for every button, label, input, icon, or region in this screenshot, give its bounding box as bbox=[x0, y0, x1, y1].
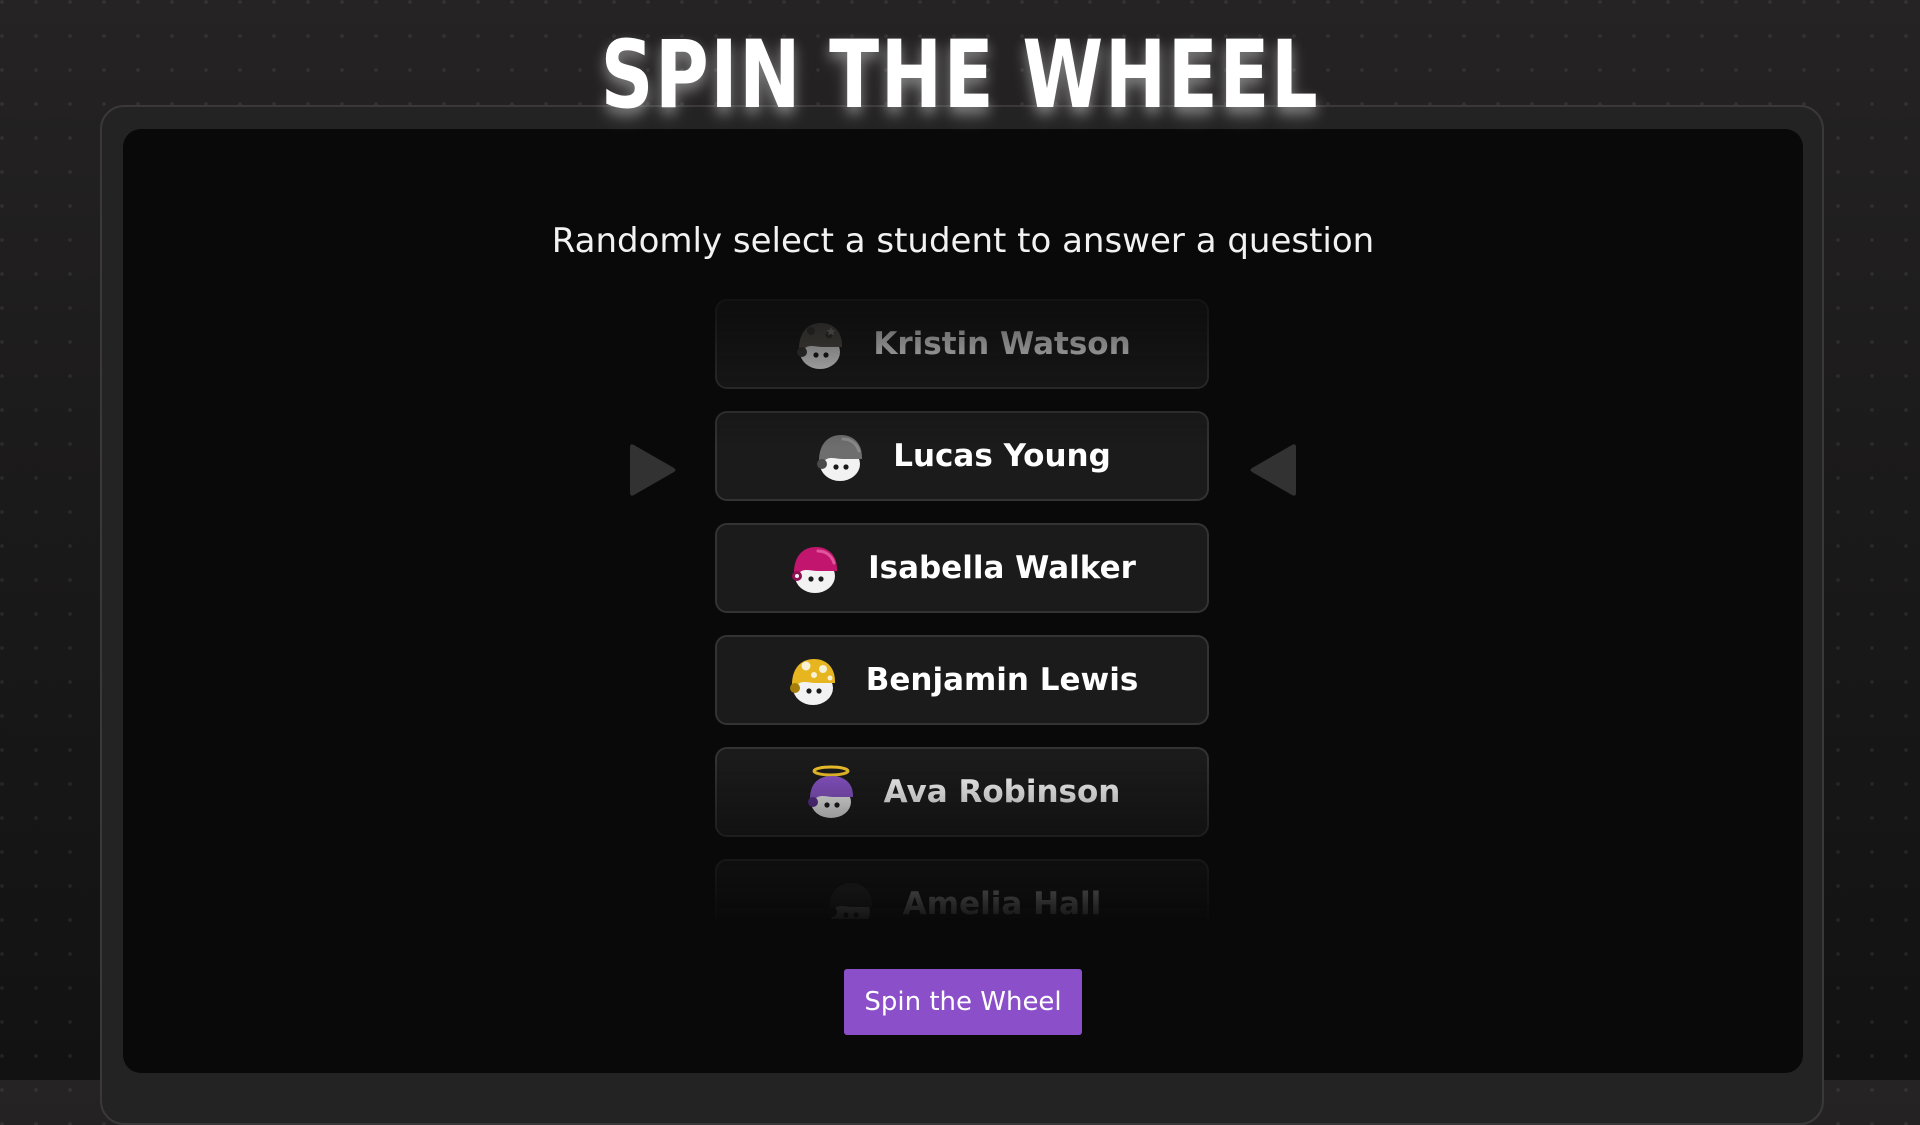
student-name: Kristin Watson bbox=[873, 326, 1131, 362]
gray-camo-helmet-avatar-icon bbox=[793, 317, 847, 371]
magenta-helmet-avatar-icon bbox=[788, 541, 842, 595]
gray-helmet-avatar-icon bbox=[813, 429, 867, 483]
page-title: SPIN THE WHEEL bbox=[600, 21, 1320, 130]
pointer-right-icon bbox=[626, 441, 678, 499]
student-card[interactable]: Benjamin Lewis bbox=[715, 635, 1209, 725]
dark-helmet-avatar-icon bbox=[823, 877, 877, 919]
student-card[interactable]: Lucas Young bbox=[715, 411, 1209, 501]
student-name: Benjamin Lewis bbox=[865, 662, 1139, 698]
student-card[interactable]: Amelia Hall bbox=[715, 859, 1209, 919]
student-name: Isabella Walker bbox=[868, 550, 1136, 586]
student-card[interactable]: Isabella Walker bbox=[715, 523, 1209, 613]
pointer-left-icon bbox=[1248, 441, 1300, 499]
yellow-camo-helmet-avatar-icon bbox=[786, 653, 840, 707]
spin-the-wheel-button[interactable]: Spin the Wheel bbox=[844, 969, 1082, 1035]
student-wheel-list: Kristin Watson Lucas Young Isabella Walk… bbox=[715, 299, 1211, 919]
student-name: Lucas Young bbox=[893, 438, 1111, 474]
student-name: Amelia Hall bbox=[902, 886, 1102, 919]
wheel-panel: Randomly select a student to answer a qu… bbox=[123, 129, 1803, 1073]
student-card[interactable]: Kristin Watson bbox=[715, 299, 1209, 389]
panel-subtitle: Randomly select a student to answer a qu… bbox=[551, 221, 1375, 261]
student-name: Ava Robinson bbox=[883, 774, 1121, 810]
purple-halo-helmet-avatar-icon bbox=[804, 765, 858, 819]
student-card[interactable]: Ava Robinson bbox=[715, 747, 1209, 837]
